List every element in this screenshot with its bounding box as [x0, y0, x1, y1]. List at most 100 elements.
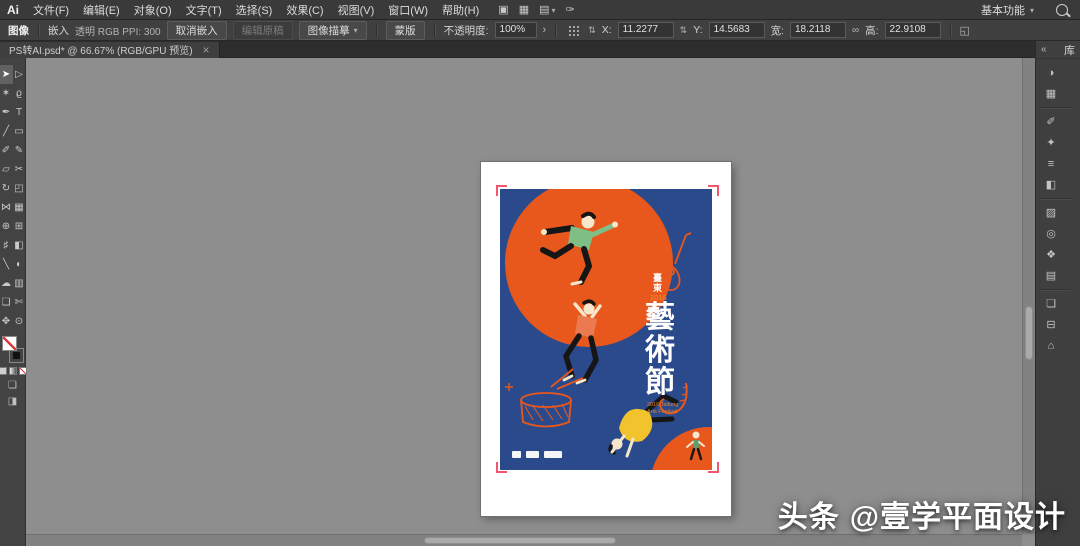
color-panel-icon[interactable]: ◑ [1039, 62, 1063, 83]
slice-tool[interactable]: ✄ [13, 293, 26, 312]
menu-effect[interactable]: 效果(C) [279, 2, 330, 18]
poster-title-char-3: 節 [645, 365, 675, 400]
menu-view[interactable]: 视图(V) [331, 2, 382, 18]
layers-panel-icon[interactable]: ▤ [1039, 265, 1063, 286]
screen-mode-button[interactable] [8, 396, 17, 407]
magic-wand-tool[interactable]: ✶ [0, 84, 13, 103]
none-fill-button[interactable] [18, 367, 27, 375]
context-label: 图像 [8, 24, 29, 37]
direct-selection-tool[interactable]: ▷ [13, 65, 26, 84]
y-input[interactable]: 14.5683 [708, 22, 765, 38]
x-stepper-icon[interactable] [588, 24, 596, 36]
unembed-button[interactable]: 取消嵌入 [166, 20, 227, 40]
rectangle-tool[interactable]: ▭ [13, 122, 26, 141]
embed-status-label: 嵌入 [48, 24, 69, 37]
horizontal-scrollbar-thumb[interactable] [424, 537, 617, 544]
document-tab[interactable]: PS转AI.psd* @ 66.67% (RGB/GPU 预览) × [0, 41, 220, 58]
vertical-scrollbar[interactable] [1022, 58, 1035, 534]
menu-type[interactable]: 文字(T) [179, 2, 229, 18]
gradient-tool[interactable]: ◧ [13, 236, 26, 255]
chevron-down-icon [552, 4, 556, 16]
poster-title: 藝 術 節 [641, 301, 679, 400]
menu-edit[interactable]: 编辑(E) [76, 2, 127, 18]
artboard-tool[interactable]: ❏ [0, 293, 13, 312]
line-segment-tool[interactable]: ╱ [0, 122, 13, 141]
file-info-label: 透明 RGB PPI: 300 [75, 26, 161, 38]
type-tool[interactable]: T [13, 103, 26, 122]
perspective-grid-tool[interactable]: ⊞ [13, 217, 26, 236]
blend-tool[interactable]: ◐ [13, 255, 26, 274]
height-input[interactable]: 22.9108 [884, 22, 941, 38]
gradient-fill-button[interactable] [8, 367, 17, 375]
menu-file[interactable]: 文件(F) [26, 2, 76, 18]
reference-point-icon[interactable] [568, 24, 580, 36]
lasso-tool[interactable]: ϱ [13, 84, 26, 103]
y-stepper-icon[interactable] [680, 24, 688, 36]
draw-mode-button[interactable] [8, 380, 17, 391]
watermark-handle: @壹学平面设计 [849, 501, 1066, 534]
crop-mark-bottom-right [708, 462, 719, 473]
eraser-tool[interactable]: ▱ [0, 160, 13, 179]
chevron-down-icon [354, 24, 358, 36]
appearance-panel-icon[interactable]: ◎ [1039, 223, 1063, 244]
document-layout-icon[interactable]: ▤ [539, 3, 555, 16]
libraries-tab[interactable]: 库 [1064, 42, 1075, 58]
mask-button[interactable]: 蒙版 [385, 20, 425, 40]
width-input[interactable]: 18.2118 [789, 22, 846, 38]
appbar-icon-group: ▣ ▦ ▤ ✑ [498, 3, 574, 16]
fill-swatch-none[interactable] [1, 336, 17, 351]
transform-icon[interactable] [960, 24, 970, 37]
stroke-panel-icon[interactable]: ≡ [1039, 153, 1063, 174]
height-label: 高: [865, 24, 879, 37]
symbols-panel-icon[interactable]: ✦ [1039, 132, 1063, 153]
swatches-panel-icon[interactable]: ▦ [1039, 83, 1063, 104]
paintbrush-tool[interactable]: ✐ [0, 141, 13, 160]
menu-object[interactable]: 对象(O) [127, 2, 179, 18]
selection-tool[interactable]: ➤ [0, 65, 13, 84]
symbol-sprayer-tool[interactable]: ☁ [0, 274, 13, 293]
free-transform-tool[interactable]: ▦ [13, 198, 26, 217]
expand-icon[interactable] [543, 24, 547, 36]
libraries-panel-icon[interactable]: ⌂ [1039, 335, 1063, 356]
pencil-tool[interactable]: ✎ [13, 141, 26, 160]
menubar-right: 基本功能 [975, 1, 1080, 19]
gradient-panel-icon[interactable]: ◧ [1039, 174, 1063, 195]
artboards-panel-icon[interactable]: ❏ [1039, 293, 1063, 314]
share-document-icon[interactable]: ✑ [566, 3, 575, 16]
poster-sponsor-logos [512, 451, 562, 458]
hand-tool[interactable]: ✥ [0, 312, 13, 331]
eyedropper-tool[interactable]: ╲ [0, 255, 13, 274]
gpu-performance-icon[interactable]: ▣ [498, 3, 508, 16]
align-panel-icon[interactable]: ⊟ [1039, 314, 1063, 335]
opacity-input[interactable]: 100% [494, 22, 537, 38]
color-fill-button[interactable] [0, 367, 7, 375]
document-layout-glyph: ▤ [539, 4, 550, 16]
fill-stroke-indicator[interactable] [1, 336, 25, 363]
arrange-documents-icon[interactable]: ▦ [519, 3, 529, 16]
search-icon[interactable] [1056, 3, 1068, 16]
graphic-styles-panel-icon[interactable]: ❖ [1039, 244, 1063, 265]
pen-tool[interactable]: ✒ [0, 103, 13, 122]
constrain-proportions-icon[interactable] [852, 24, 859, 36]
edit-original-button[interactable]: 编辑原稿 [232, 20, 293, 40]
transparency-panel-icon[interactable]: ▨ [1039, 202, 1063, 223]
mesh-tool[interactable]: ♯ [0, 236, 13, 255]
shape-builder-tool[interactable]: ⊕ [0, 217, 13, 236]
zoom-tool[interactable]: ⊙ [13, 312, 26, 331]
canvas[interactable]: 臺東 2016 藝 術 節 2016 Taitung Arts Festival [26, 58, 1022, 534]
width-tool[interactable]: ⋈ [0, 198, 13, 217]
scale-tool[interactable]: ◰ [13, 179, 26, 198]
scissors-tool[interactable]: ✂ [13, 160, 26, 179]
brushes-panel-icon[interactable]: ✐ [1039, 111, 1063, 132]
rotate-tool[interactable]: ↻ [0, 179, 13, 198]
menu-window[interactable]: 窗口(W) [381, 2, 435, 18]
close-icon[interactable]: × [203, 44, 210, 56]
workspace-switcher[interactable]: 基本功能 [975, 1, 1040, 19]
vertical-scrollbar-thumb[interactable] [1025, 305, 1033, 360]
menu-select[interactable]: 选择(S) [229, 2, 280, 18]
column-graph-tool[interactable]: ▥ [13, 274, 26, 293]
menu-help[interactable]: 帮助(H) [435, 2, 486, 18]
x-input[interactable]: 11.2277 [617, 22, 674, 38]
image-trace-button[interactable]: 图像描摹 [298, 20, 367, 40]
expand-panels-icon[interactable]: « [1041, 44, 1047, 55]
